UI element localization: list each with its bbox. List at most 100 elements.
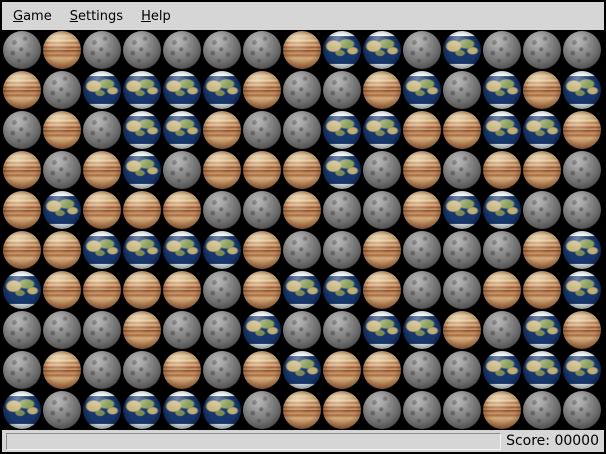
ball-moon[interactable] [83,31,121,69]
ball-moon[interactable] [443,231,481,269]
ball-moon[interactable] [363,391,401,429]
ball-jupiter[interactable] [3,71,41,109]
ball-moon[interactable] [323,231,361,269]
ball-earth[interactable] [323,151,361,189]
ball-jupiter[interactable] [43,271,81,309]
menu-item-game[interactable]: Game [4,4,61,29]
ball-moon[interactable] [123,351,161,389]
ball-moon[interactable] [3,111,41,149]
ball-moon[interactable] [483,231,521,269]
ball-jupiter[interactable] [523,271,561,309]
ball-earth[interactable] [163,71,201,109]
ball-jupiter[interactable] [123,271,161,309]
ball-jupiter[interactable] [123,191,161,229]
ball-earth[interactable] [363,31,401,69]
ball-moon[interactable] [403,391,441,429]
ball-jupiter[interactable] [363,71,401,109]
ball-moon[interactable] [163,311,201,349]
ball-moon[interactable] [3,31,41,69]
ball-jupiter[interactable] [563,311,601,349]
ball-earth[interactable] [123,71,161,109]
ball-jupiter[interactable] [163,191,201,229]
ball-jupiter[interactable] [43,31,81,69]
ball-moon[interactable] [283,111,321,149]
ball-moon[interactable] [523,391,561,429]
ball-earth[interactable] [403,71,441,109]
ball-jupiter[interactable] [483,391,521,429]
ball-moon[interactable] [83,351,121,389]
ball-moon[interactable] [83,111,121,149]
ball-earth[interactable] [203,391,241,429]
ball-earth[interactable] [563,71,601,109]
ball-jupiter[interactable] [203,151,241,189]
ball-earth[interactable] [563,351,601,389]
ball-moon[interactable] [403,31,441,69]
ball-moon[interactable] [403,271,441,309]
ball-earth[interactable] [483,351,521,389]
ball-earth[interactable] [403,311,441,349]
ball-moon[interactable] [43,311,81,349]
ball-jupiter[interactable] [323,351,361,389]
ball-jupiter[interactable] [483,271,521,309]
ball-moon[interactable] [363,151,401,189]
ball-earth[interactable] [3,391,41,429]
ball-jupiter[interactable] [403,191,441,229]
ball-earth[interactable] [203,231,241,269]
ball-earth[interactable] [123,151,161,189]
ball-earth[interactable] [363,111,401,149]
ball-earth[interactable] [3,271,41,309]
ball-moon[interactable] [283,71,321,109]
ball-moon[interactable] [443,71,481,109]
ball-earth[interactable] [563,271,601,309]
ball-jupiter[interactable] [443,111,481,149]
ball-earth[interactable] [443,31,481,69]
ball-earth[interactable] [83,231,121,269]
ball-moon[interactable] [43,391,81,429]
ball-jupiter[interactable] [123,311,161,349]
ball-jupiter[interactable] [243,71,281,109]
ball-moon[interactable] [43,151,81,189]
ball-earth[interactable] [563,231,601,269]
ball-moon[interactable] [3,311,41,349]
ball-jupiter[interactable] [163,351,201,389]
ball-earth[interactable] [443,191,481,229]
ball-moon[interactable] [163,31,201,69]
ball-earth[interactable] [123,111,161,149]
ball-earth[interactable] [283,351,321,389]
ball-jupiter[interactable] [283,391,321,429]
ball-moon[interactable] [443,271,481,309]
ball-moon[interactable] [203,271,241,309]
ball-earth[interactable] [323,111,361,149]
ball-moon[interactable] [243,31,281,69]
ball-jupiter[interactable] [83,151,121,189]
ball-jupiter[interactable] [243,351,281,389]
ball-earth[interactable] [123,391,161,429]
ball-moon[interactable] [123,31,161,69]
ball-earth[interactable] [323,31,361,69]
ball-moon[interactable] [203,311,241,349]
ball-earth[interactable] [243,311,281,349]
ball-jupiter[interactable] [3,231,41,269]
ball-moon[interactable] [363,191,401,229]
ball-earth[interactable] [203,71,241,109]
ball-moon[interactable] [443,391,481,429]
ball-jupiter[interactable] [523,151,561,189]
ball-jupiter[interactable] [83,191,121,229]
ball-jupiter[interactable] [283,191,321,229]
ball-jupiter[interactable] [43,111,81,149]
ball-jupiter[interactable] [283,151,321,189]
ball-moon[interactable] [403,231,441,269]
ball-moon[interactable] [443,151,481,189]
ball-moon[interactable] [43,71,81,109]
ball-jupiter[interactable] [3,151,41,189]
ball-moon[interactable] [203,191,241,229]
ball-moon[interactable] [203,31,241,69]
ball-earth[interactable] [163,111,201,149]
ball-jupiter[interactable] [243,231,281,269]
ball-moon[interactable] [243,391,281,429]
ball-jupiter[interactable] [323,391,361,429]
ball-moon[interactable] [563,191,601,229]
ball-earth[interactable] [483,111,521,149]
ball-moon[interactable] [403,351,441,389]
ball-moon[interactable] [323,71,361,109]
